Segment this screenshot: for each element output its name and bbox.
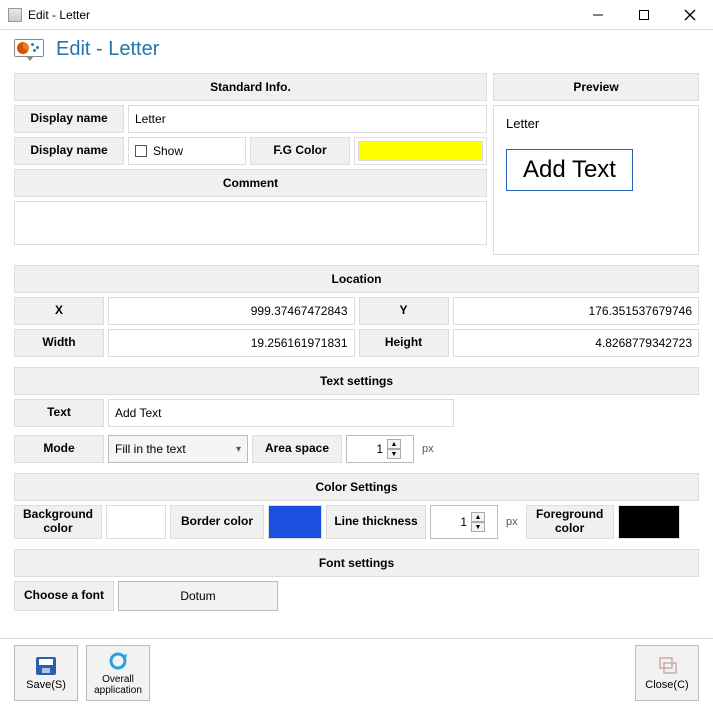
height-field[interactable]: [453, 329, 700, 357]
spinner-up-icon[interactable]: ▲: [387, 439, 401, 449]
close-button[interactable]: Close(C): [635, 645, 699, 701]
checkbox-icon: [135, 145, 147, 157]
action-bar: Save(S) Overall application Close(C): [0, 638, 713, 711]
preview-head: Preview: [493, 73, 699, 101]
font-name: Dotum: [180, 589, 215, 603]
linethickness-label: Line thickness: [326, 505, 426, 539]
location-head: Location: [14, 265, 699, 293]
displayname-field[interactable]: [128, 105, 487, 133]
minimize-button[interactable]: [575, 0, 621, 29]
linethickness-input[interactable]: [437, 515, 467, 529]
mode-label: Mode: [14, 435, 104, 463]
width-field[interactable]: [108, 329, 355, 357]
x-label: X: [14, 297, 104, 325]
width-label: Width: [14, 329, 104, 357]
text-input[interactable]: [115, 406, 447, 420]
y-label: Y: [359, 297, 449, 325]
spinner-down-icon[interactable]: ▼: [471, 522, 485, 532]
areaspace-unit: px: [418, 435, 438, 463]
fontsettings-head: Font settings: [14, 549, 699, 577]
presentation-icon: [14, 39, 44, 61]
page-title: Edit - Letter: [56, 38, 159, 61]
colorsettings-head: Color Settings: [14, 473, 699, 501]
show-label: Show: [153, 144, 183, 158]
chevron-down-icon: ▾: [236, 444, 241, 455]
preview-text: Add Text: [506, 149, 633, 191]
save-button[interactable]: Save(S): [14, 645, 78, 701]
comment-head: Comment: [14, 169, 487, 197]
close-label: Close(C): [645, 679, 688, 691]
y-input[interactable]: [460, 304, 693, 318]
close-icon: [654, 655, 680, 677]
fgcolor-swatch[interactable]: [358, 141, 483, 161]
mode-value: Fill in the text: [115, 442, 186, 456]
areaspace-input[interactable]: [353, 442, 383, 456]
fgcolor2-label: Foreground color: [526, 505, 614, 539]
overall-application-button[interactable]: Overall application: [86, 645, 150, 701]
bordercolor-swatch[interactable]: [268, 505, 322, 539]
standard-info-head: Standard Info.: [14, 73, 487, 101]
maximize-button[interactable]: [621, 0, 667, 29]
fgcolor2-swatch[interactable]: [618, 505, 680, 539]
areaspace-label: Area space: [252, 435, 342, 463]
displayname-label-2: Display name: [14, 137, 124, 165]
show-checkbox[interactable]: Show: [135, 144, 183, 158]
height-input[interactable]: [460, 336, 693, 350]
bordercolor-label: Border color: [170, 505, 264, 539]
app-header: Edit - Letter: [0, 30, 713, 69]
close-window-button[interactable]: [667, 0, 713, 29]
linethickness-unit: px: [502, 505, 522, 539]
textsettings-head: Text settings: [14, 367, 699, 395]
overall-label: Overall application: [87, 674, 149, 696]
bgcolor-swatch[interactable]: [106, 505, 166, 539]
text-label: Text: [14, 399, 104, 427]
mode-select[interactable]: Fill in the text ▾: [108, 435, 248, 463]
save-label: Save(S): [26, 679, 66, 691]
choosefont-button[interactable]: Dotum: [118, 581, 278, 611]
fgcolor-label: F.G Color: [250, 137, 350, 165]
save-icon: [33, 655, 59, 677]
show-checkbox-cell[interactable]: Show: [128, 137, 246, 165]
fgcolor-swatch-cell: [354, 137, 487, 165]
text-field[interactable]: [108, 399, 454, 427]
window-title: Edit - Letter: [28, 8, 90, 22]
bgcolor-label: Background color: [14, 505, 102, 539]
width-input[interactable]: [115, 336, 348, 350]
displayname-input[interactable]: [135, 112, 480, 126]
app-icon: [8, 8, 22, 22]
choosefont-label: Choose a font: [14, 581, 114, 611]
titlebar: Edit - Letter: [0, 0, 713, 30]
height-label: Height: [359, 329, 449, 357]
y-field[interactable]: [453, 297, 700, 325]
preview-displayname: Letter: [506, 116, 686, 131]
spinner-down-icon[interactable]: ▼: [387, 449, 401, 459]
displayname-label: Display name: [14, 105, 124, 133]
preview-body: Letter Add Text: [493, 105, 699, 255]
x-field[interactable]: [108, 297, 355, 325]
linethickness-spinner[interactable]: ▲ ▼: [430, 505, 498, 539]
comment-field[interactable]: [14, 201, 487, 245]
x-input[interactable]: [115, 304, 348, 318]
refresh-icon: [105, 650, 131, 672]
spinner-up-icon[interactable]: ▲: [471, 512, 485, 522]
areaspace-spinner[interactable]: ▲ ▼: [346, 435, 414, 463]
